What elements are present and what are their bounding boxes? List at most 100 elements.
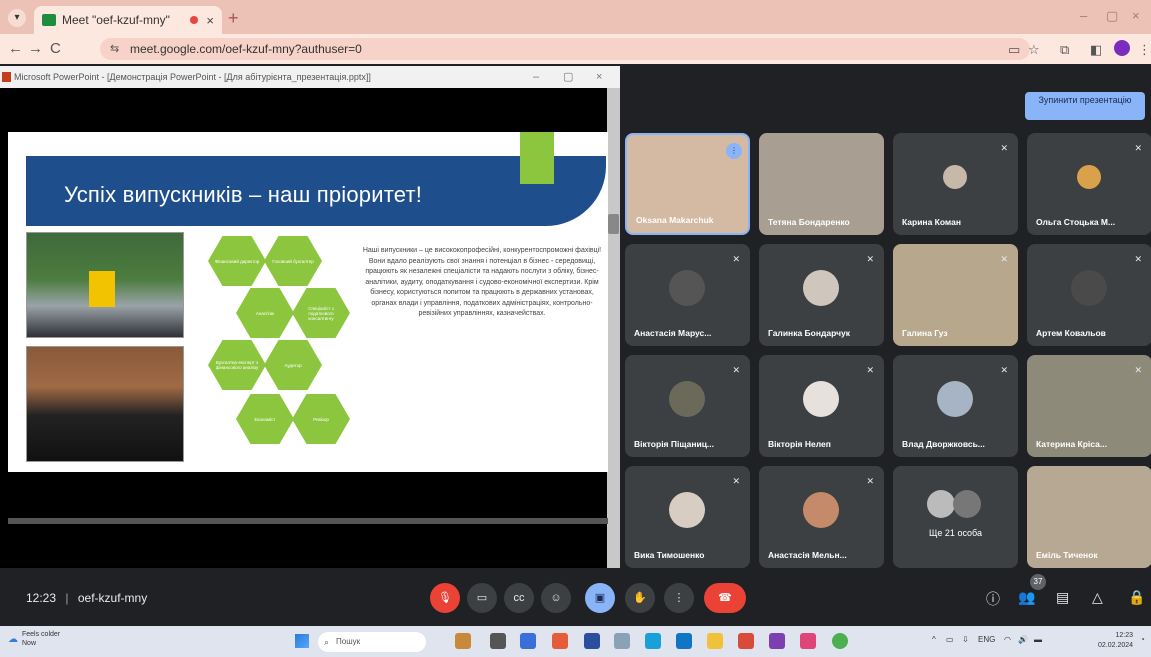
start-button-icon[interactable] [295, 634, 309, 648]
taskbar-app-icon[interactable] [800, 633, 816, 649]
taskbar-app-icon[interactable] [614, 633, 630, 649]
taskbar-search[interactable]: ⌕ Пошук [318, 632, 426, 652]
taskbar-app-icon[interactable] [490, 633, 506, 649]
cast-icon[interactable]: ▭ [1008, 42, 1020, 58]
taskbar-app-icon[interactable] [738, 633, 754, 649]
leave-call-button[interactable]: ☎ [704, 583, 746, 613]
taskbar-app-icon[interactable] [769, 633, 785, 649]
language-indicator[interactable]: ENG [978, 635, 995, 644]
participant-tile[interactable]: ✕ Галинка Бондарчук [759, 244, 884, 346]
ppt-close-button[interactable]: × [596, 66, 602, 88]
recording-dot-icon [190, 16, 199, 24]
avatar [669, 381, 705, 417]
chrome-icon[interactable] [832, 633, 848, 649]
scrollbar-thumb[interactable] [608, 214, 619, 234]
mic-off-icon: ✕ [1000, 365, 1008, 375]
taskbar-app-icon[interactable] [676, 633, 692, 649]
captions-button[interactable]: cc [504, 583, 534, 613]
ppt-maximize-button[interactable]: ▢ [563, 66, 573, 88]
participant-tile[interactable]: ✕ Влад Дворжковсь... [893, 355, 1018, 457]
participant-tile[interactable]: ✕ Ольга Стоцька М... [1027, 133, 1151, 235]
profile-avatar[interactable] [1114, 40, 1130, 56]
site-info-icon[interactable]: ⇆ [110, 38, 119, 60]
taskbar-app-icon[interactable] [707, 633, 723, 649]
battery-icon[interactable]: ▬ [1034, 635, 1042, 644]
taskbar-clock[interactable]: 12:23 02.02.2024 [1098, 631, 1133, 651]
participant-count-badge: 37 [1030, 574, 1046, 590]
mic-off-icon: ✕ [1134, 254, 1142, 264]
side-panel-icon[interactable]: ◧ [1090, 42, 1102, 58]
reload-button[interactable]: C [50, 40, 61, 57]
tray-app-icon[interactable]: ▭ [946, 635, 954, 644]
participant-name: Вікторія Піщаниц... [634, 439, 715, 449]
windows-taskbar: ☁ Feels colder Now ⌕ Пошук ^ ▭ ⇩ ENG ◠ 🔊… [0, 626, 1151, 657]
window-close-button[interactable]: × [1132, 8, 1140, 23]
participant-tile[interactable]: ⋮ Oksana Makarchuk [625, 133, 750, 235]
participant-tile[interactable]: Тетяна Бондаренко [759, 133, 884, 235]
participant-name: Вика Тимошенко [634, 550, 705, 560]
browser-tab-meet[interactable]: Meet "oef-kzuf-mny" × [34, 6, 222, 34]
tab-close-icon[interactable]: × [206, 13, 214, 28]
taskbar-app-icon[interactable] [584, 633, 600, 649]
participant-tile[interactable]: Еміль Тиченок [1027, 466, 1151, 568]
host-controls-icon[interactable]: 🔒 [1128, 589, 1145, 606]
search-placeholder: Пошук [336, 637, 361, 646]
participant-tile[interactable]: ✕ Вікторія Піщаниц... [625, 355, 750, 457]
maximize-button[interactable]: ▢ [1106, 8, 1118, 24]
taskbar-app-icon[interactable] [645, 633, 661, 649]
menu-dots-icon[interactable]: ⋮ [1138, 42, 1151, 58]
tray-app-icon[interactable]: ⇩ [962, 635, 969, 644]
raise-hand-button[interactable]: ✋ [625, 583, 655, 613]
participant-tile[interactable]: ✕ Вика Тимошенко [625, 466, 750, 568]
people-icon[interactable]: 👥 [1018, 589, 1035, 606]
new-tab-button[interactable]: + [228, 8, 239, 29]
microphone-button[interactable]: 🎙 [430, 583, 460, 613]
participant-tile[interactable]: ✕ Карина Коман [893, 133, 1018, 235]
participant-tile[interactable]: ✕ Галина Гуз [893, 244, 1018, 346]
wifi-icon[interactable]: ◠ [1004, 635, 1011, 644]
taskbar-app-icon[interactable] [552, 633, 568, 649]
taskbar-app-icon[interactable] [520, 633, 536, 649]
bookmark-star-icon[interactable]: ☆ [1028, 42, 1040, 58]
forward-button[interactable]: → [28, 40, 43, 57]
slide-progress-bar [8, 518, 608, 524]
minimize-button[interactable]: – [1080, 8, 1087, 23]
weather-widget[interactable]: Feels colder Now [22, 630, 60, 648]
participant-tile[interactable]: ✕ Анастасія Марус... [625, 244, 750, 346]
notifications-icon[interactable]: ◔ [1140, 635, 1145, 644]
emoji-button[interactable]: ☺ [541, 583, 571, 613]
back-button[interactable]: ← [8, 40, 23, 57]
present-button[interactable]: ▣ [585, 583, 615, 613]
volume-icon[interactable]: 🔊 [1018, 635, 1028, 644]
tray-chevron-icon[interactable]: ^ [932, 635, 936, 644]
meeting-code: oef-kzuf-mny [77, 591, 148, 605]
avatar [803, 270, 839, 306]
speaking-indicator-icon: ⋮ [726, 143, 742, 159]
address-bar[interactable]: ⇆ meet.google.com/oef-kzuf-mny?authuser=… [100, 38, 1030, 60]
powerpoint-icon [2, 72, 11, 82]
more-participants-tile[interactable]: Ще 21 особа [893, 466, 1018, 568]
participant-name: Катерина Кріса... [1036, 439, 1107, 449]
hexagon-5: Бухгалтер-експерт з фінансового аналізу [208, 340, 266, 390]
vertical-scrollbar[interactable] [607, 88, 620, 568]
extensions-icon[interactable]: ⧉ [1060, 42, 1069, 58]
participant-name: Карина Коман [902, 217, 961, 227]
participant-tile[interactable]: ✕ Артем Ковальов [1027, 244, 1151, 346]
mic-off-icon: ✕ [1134, 365, 1142, 375]
more-options-button[interactable]: ⋮ [664, 583, 694, 613]
ppt-minimize-button[interactable]: – [533, 66, 539, 88]
meeting-details-icon[interactable]: ⓘ [986, 589, 1000, 609]
taskbar-app-icon[interactable] [455, 633, 471, 649]
activities-icon[interactable]: △ [1092, 589, 1103, 606]
participant-tile[interactable]: ✕ Катерина Кріса... [1027, 355, 1151, 457]
chat-icon[interactable]: ▤ [1056, 589, 1069, 606]
tab-search-icon[interactable]: ▾ [8, 9, 26, 27]
camera-button[interactable]: ▭ [467, 583, 497, 613]
tab-title: Meet "oef-kzuf-mny" [62, 13, 170, 27]
participant-tile[interactable]: ✕ Анастасія Мельн... [759, 466, 884, 568]
separator: | [65, 591, 69, 605]
browser-toolbar: ← → C ⇆ meet.google.com/oef-kzuf-mny?aut… [0, 34, 1151, 64]
stop-presenting-button[interactable]: Зупинити презентацію [1025, 92, 1145, 120]
participant-tile[interactable]: ✕ Вікторія Нелеп [759, 355, 884, 457]
participant-name: Еміль Тиченок [1036, 550, 1098, 560]
